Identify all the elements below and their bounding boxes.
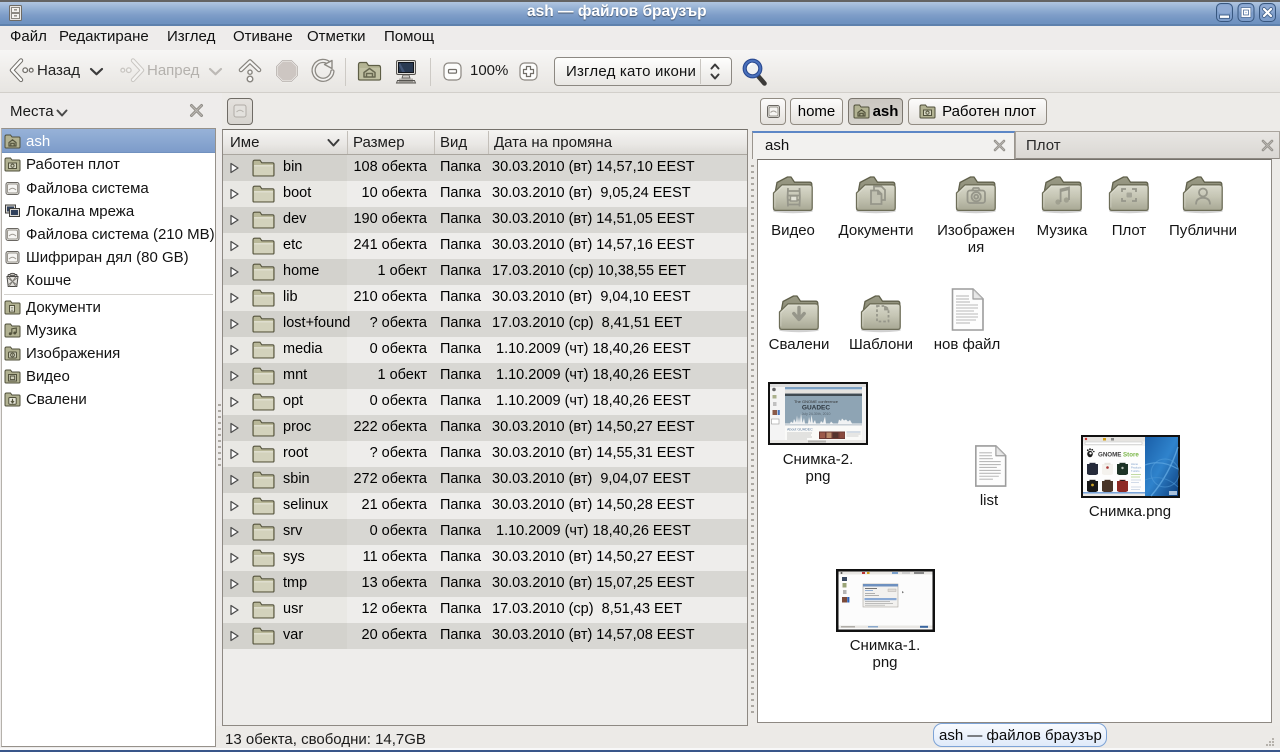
svg-text:July 24-30th, 2010: July 24-30th, 2010	[802, 412, 831, 416]
svg-text:T-shirts: T-shirts	[1131, 469, 1140, 473]
svg-text:GUADEC: GUADEC	[802, 405, 830, 412]
svg-text:The GNOME conference: The GNOME conference	[794, 399, 839, 404]
svg-text:Home: Home	[1131, 462, 1138, 466]
svg-text:GNOME: GNOME	[1098, 452, 1121, 459]
svg-text:Products: Products	[1131, 466, 1142, 470]
svg-text:Store: Store	[1123, 452, 1139, 459]
svg-text:About GUADEC: About GUADEC	[787, 428, 813, 432]
